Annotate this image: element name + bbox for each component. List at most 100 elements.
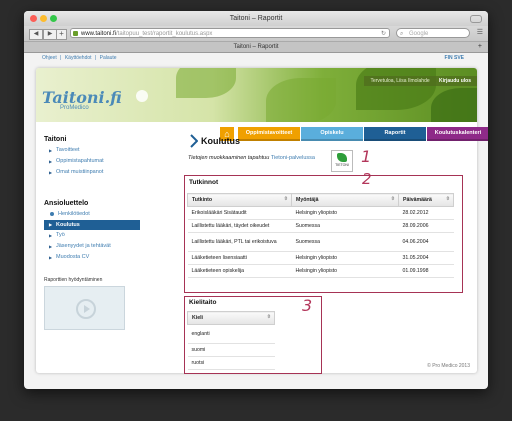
table-row: ruotsi xyxy=(187,356,275,370)
column-header-myontaja[interactable]: Myöntäjä ⇳ xyxy=(291,193,399,207)
sidebar: Taitoni Tavoitteet Oppimistapahtumat Oma… xyxy=(44,136,140,330)
address-bar[interactable]: www.taitoni.fi/taitopuu_test/raportit_ko… xyxy=(70,28,390,38)
tab-label: Opiskelu xyxy=(320,130,344,136)
menu-icon[interactable]: ☰ xyxy=(477,28,483,36)
tab-label: Oppimistavoitteet xyxy=(245,130,293,136)
forward-arrow-icon[interactable]: ▶ xyxy=(43,29,57,40)
tietoni-button-label: TIETONI xyxy=(335,163,349,167)
video-player[interactable] xyxy=(44,286,125,330)
back-arrow-icon[interactable]: ◀ xyxy=(29,29,43,40)
cell-myontaja: Helsingin yliopisto xyxy=(291,206,399,220)
reload-icon[interactable]: ↻ xyxy=(381,29,386,37)
sidebar-heading-taitoni: Taitoni xyxy=(44,136,67,143)
tab-opiskelu[interactable]: Opiskelu xyxy=(301,127,363,141)
add-bookmark-icon[interactable]: + xyxy=(56,29,67,40)
logout-link[interactable]: Kirjaudu ulos xyxy=(439,78,471,84)
cell-paivamaara: 31.05.2004 xyxy=(398,251,454,265)
sort-icon: ⇳ xyxy=(266,314,271,320)
column-header-paivamaara[interactable]: Päivämäärä ⇳ xyxy=(398,193,454,207)
table-row: Laillistettu lääkäri, PTL tai erikoistuv… xyxy=(187,232,454,252)
window-title: Taitoni – Raportit xyxy=(229,15,283,22)
taitoni-logo[interactable]: Taitoni.fi ProMedico xyxy=(42,88,122,111)
tab-oppimistavoitteet[interactable]: Oppimistavoitteet xyxy=(238,127,300,141)
table-row: Erikoislääkäri Sisätaudit Helsingin ylio… xyxy=(187,206,454,220)
tutkinnot-table: Tutkinto ⇳ Myöntäjä ⇳ Päivämäärä ⇳ Erikoisl… xyxy=(187,193,454,278)
leaf-decoration xyxy=(266,78,336,122)
sidebar-item-henkilotiedot[interactable]: Henkilötiedot xyxy=(44,209,140,220)
browser-window: Taitoni – Raportit ◀ ▶ + www.taitoni.fi/… xyxy=(24,11,488,389)
cell-myontaja: Suomessa xyxy=(291,219,399,233)
header-banner: Taitoni.fi ProMedico Tervetuloa, Liisa I… xyxy=(36,68,477,122)
sidebar-item-oppimistapahtumat[interactable]: Oppimistapahtumat xyxy=(44,156,140,167)
column-header-kieli[interactable]: Kieli ⇳ xyxy=(187,311,275,325)
leaf-decoration xyxy=(431,88,477,122)
fullscreen-button[interactable] xyxy=(470,15,482,23)
leaf-decoration xyxy=(176,68,236,98)
kielitaito-table: Kieli ⇳ englanti suomi ruotsi xyxy=(187,311,275,370)
chevron-right-icon xyxy=(190,134,198,148)
sidebar-item-muodosta-cv[interactable]: Muodosta CV xyxy=(44,252,140,263)
minimize-window-button[interactable] xyxy=(40,15,47,22)
table-row: Lääketieteen opiskelija Helsingin yliopi… xyxy=(187,264,454,278)
table-header-row: Tutkinto ⇳ Myöntäjä ⇳ Päivämäärä ⇳ xyxy=(187,193,454,207)
web-page: Ohjeet | Käyttöehdot | Palaute FIN SVE T… xyxy=(24,53,488,375)
play-icon[interactable] xyxy=(76,299,96,319)
tab-raportit[interactable]: Raportit xyxy=(364,127,426,141)
cell-tutkinto: Laillistettu lääkäri, PTL tai erikoistuv… xyxy=(187,232,292,252)
new-tab-icon[interactable]: + xyxy=(478,42,482,52)
cell-tutkinto: Erikoislääkäri Sisätaudit xyxy=(187,206,292,220)
sidebar-item-tyo[interactable]: Työ xyxy=(44,230,140,241)
tietoni-link[interactable]: Tietoni-palvelussa xyxy=(271,155,315,161)
cell-paivamaara: 01.09.1998 xyxy=(398,264,454,278)
cell-tutkinto: Lääketieteen opiskelija xyxy=(187,264,292,278)
tutkinnot-title: Tutkinnot xyxy=(189,179,219,186)
welcome-text: Tervetuloa, Liisa Ilmolahde xyxy=(370,78,430,84)
top-links: Ohjeet | Käyttöehdot | Palaute xyxy=(42,55,119,61)
cell-myontaja: Helsingin yliopisto xyxy=(291,251,399,265)
language-links[interactable]: FIN SVE xyxy=(445,55,464,61)
tree-icon xyxy=(136,90,148,102)
header-label: Päivämäärä xyxy=(403,197,432,203)
footer-copyright: © Pro Medico 2013 xyxy=(427,363,470,369)
cell-paivamaara: 28.09.2006 xyxy=(398,219,454,233)
leaf-decoration xyxy=(356,68,436,110)
column-header-tutkinto[interactable]: Tutkinto ⇳ xyxy=(187,193,292,207)
window-controls xyxy=(30,15,57,22)
cell-paivamaara: 28.02.2012 xyxy=(398,206,454,220)
sort-icon: ⇳ xyxy=(283,196,288,202)
header-label: Kieli xyxy=(192,315,203,321)
kielitaito-title: Kielitaito xyxy=(189,299,217,306)
annotation-1: 1 xyxy=(361,147,372,166)
sidebar-item-koulutus[interactable]: Koulutus xyxy=(44,220,140,230)
search-placeholder: Google xyxy=(409,31,429,37)
table-row: englanti xyxy=(187,324,275,344)
close-window-button[interactable] xyxy=(30,15,37,22)
url-host: www.taitoni.fi xyxy=(81,31,117,37)
info-text: Tietojen muokkaaminen tapahtuu Tietoni-p… xyxy=(188,155,315,161)
help-link[interactable]: Ohjeet xyxy=(42,55,57,61)
user-bar: Tervetuloa, Liisa Ilmolahde Kirjaudu ulo… xyxy=(364,76,477,86)
feedback-link[interactable]: Palaute xyxy=(100,55,117,61)
cell-tutkinto: Laillistettu lääkäri, täydet oikeudet xyxy=(187,219,292,233)
search-field[interactable]: ⌕ Google xyxy=(396,28,470,38)
page-title: Koulutus xyxy=(201,136,240,146)
video-label: Raporttien hyödyntäminen xyxy=(44,277,103,283)
tietoni-logo-icon xyxy=(337,153,347,162)
sidebar-item-tavoitteet[interactable]: Tavoitteet xyxy=(44,145,140,156)
title-bar: Taitoni – Raportit xyxy=(24,11,488,26)
tietoni-button[interactable]: TIETONI xyxy=(331,150,353,172)
tab-active[interactable]: Taitoni – Raportit xyxy=(233,44,278,50)
cell-myontaja: Helsingin yliopisto xyxy=(291,264,399,278)
cell-myontaja: Suomessa xyxy=(291,232,399,252)
sidebar-item-muistiinpanot[interactable]: Omat muistiinpanot xyxy=(44,167,140,178)
tab-koulutuskalenteri[interactable]: Koulutuskalenteri xyxy=(427,127,488,141)
cell-paivamaara: 04.06.2004 xyxy=(398,232,454,252)
sidebar-item-jasenyydet[interactable]: Jäsenyydet ja tehtävät xyxy=(44,241,140,252)
cell-tutkinto: Lääketieteen lisensiaatti xyxy=(187,251,292,265)
zoom-window-button[interactable] xyxy=(50,15,57,22)
header-label: Tutkinto xyxy=(192,197,213,203)
separator: | xyxy=(94,55,97,61)
table-row: Lääketieteen lisensiaatti Helsingin ylio… xyxy=(187,251,454,265)
sort-icon: ⇳ xyxy=(390,196,395,202)
terms-link[interactable]: Käyttöehdot xyxy=(65,55,92,61)
